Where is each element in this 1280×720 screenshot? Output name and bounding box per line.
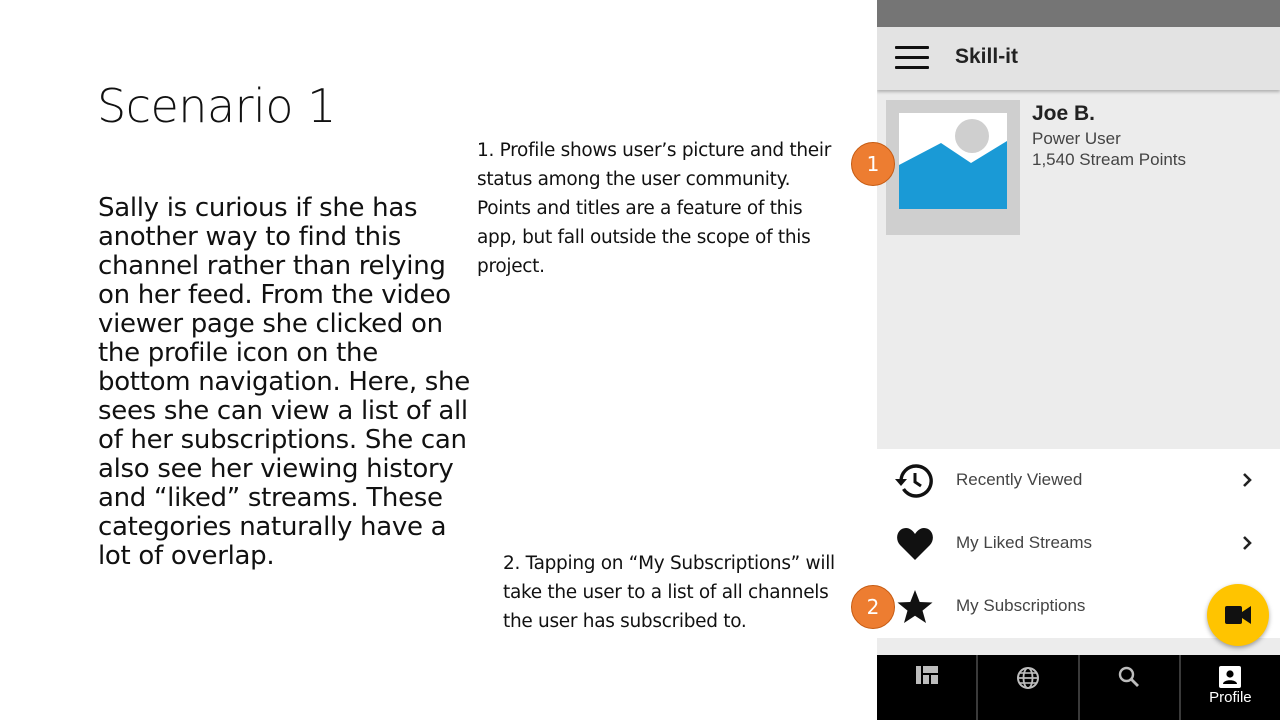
app-title: Skill-it (955, 45, 1019, 68)
chevron-right-icon (1243, 536, 1252, 550)
heart-icon (897, 528, 933, 560)
nav-dashboard[interactable] (877, 655, 976, 720)
nav-profile[interactable]: Profile (1178, 655, 1280, 720)
list-item-label: Recently Viewed (956, 470, 1083, 489)
annotation-note-1: 1. Profile shows user’s picture and thei… (477, 140, 832, 277)
phone-screen: Skill-it Joe B. Power User 1,540 Stream … (877, 0, 1280, 720)
annotation-note-2: 2. Tapping on “My Subscriptions” will ta… (503, 553, 835, 632)
history-icon (895, 464, 933, 498)
profile-status: Power User (1032, 129, 1121, 148)
slide-title: Scenario 1 (97, 79, 336, 133)
nav-explore[interactable] (976, 655, 1077, 720)
list-item-label: My Liked Streams (956, 533, 1093, 552)
nav-profile-label: Profile (1209, 689, 1252, 706)
star-icon (897, 590, 933, 623)
hamburger-menu-icon[interactable] (895, 46, 929, 70)
avatar (886, 100, 1020, 235)
callout-marker-2: 2 (851, 585, 895, 629)
callout-marker-1: 1 (851, 142, 895, 186)
globe-icon (1016, 667, 1039, 689)
record-video-fab[interactable] (1207, 584, 1269, 646)
videocam-icon (1225, 606, 1251, 624)
status-bar (877, 0, 1280, 27)
profile-icon (1219, 666, 1242, 688)
list-item-label: My Subscriptions (956, 596, 1086, 615)
profile-name: Joe B. (1032, 102, 1096, 125)
list-item-recently-viewed[interactable]: Recently Viewed (877, 449, 1280, 512)
app-bar: Skill-it (877, 27, 1280, 90)
dashboard-icon (915, 666, 938, 684)
profile-points: 1,540 Stream Points (1032, 150, 1187, 169)
nav-search[interactable] (1077, 655, 1179, 720)
bottom-navigation: Profile (877, 655, 1280, 720)
chevron-right-icon (1243, 473, 1252, 487)
scenario-description: Sally is curious if she has another way … (98, 193, 470, 571)
image-placeholder-icon (899, 113, 1007, 209)
search-icon (1118, 666, 1140, 687)
list-item-liked-streams[interactable]: My Liked Streams (877, 512, 1280, 575)
